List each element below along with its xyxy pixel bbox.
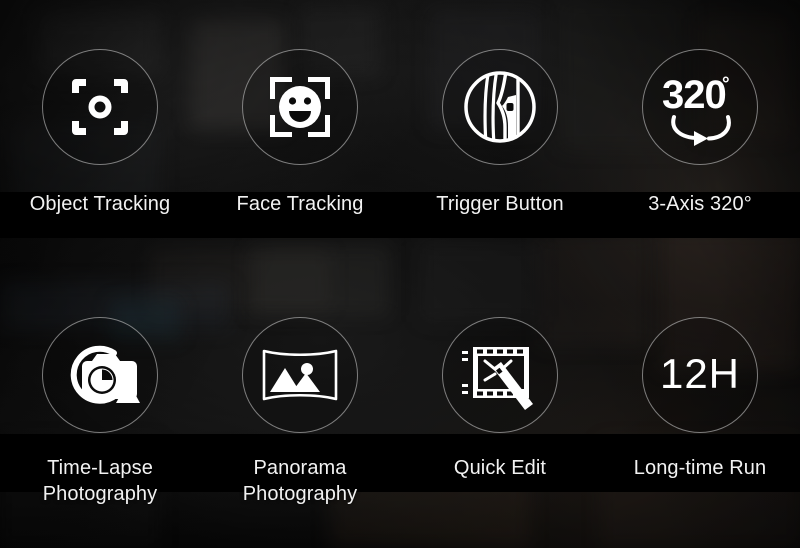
feature-label-quick-edit: Quick Edit bbox=[453, 457, 547, 479]
focus-brackets-smiley-face-icon bbox=[264, 71, 336, 143]
icon-circle-face-tracking bbox=[242, 49, 358, 165]
feature-item-time-lapse-photography[interactable]: Time-Lapse Photography bbox=[0, 274, 200, 548]
feature-label-trigger-button: Trigger Button bbox=[436, 193, 564, 215]
icon-circle-long-time-run: 12H bbox=[642, 317, 758, 433]
feature-label-three-axis-320: 3-Axis 320° bbox=[648, 193, 752, 215]
feature-label-long-time-run: Long-time Run bbox=[633, 457, 767, 479]
hand-finger-press-icon bbox=[458, 65, 542, 149]
feature-item-long-time-run[interactable]: 12H Long-time Run bbox=[600, 274, 800, 548]
curved-panorama-picture-icon bbox=[259, 344, 341, 406]
icon-circle-quick-edit bbox=[442, 317, 558, 433]
film-strip-magic-wand-icon bbox=[460, 337, 540, 413]
rotation-320-degrees-icon: 320 ° bbox=[654, 68, 746, 146]
focus-brackets-target-icon bbox=[64, 71, 136, 143]
feature-item-object-tracking[interactable]: Object Tracking bbox=[0, 0, 200, 274]
feature-item-quick-edit[interactable]: Quick Edit bbox=[400, 274, 600, 548]
rotation-value-text: 320 bbox=[662, 73, 726, 117]
feature-label-face-tracking: Face Tracking bbox=[236, 193, 364, 215]
feature-label-object-tracking: Object Tracking bbox=[29, 193, 171, 215]
feature-item-trigger-button[interactable]: Trigger Button bbox=[400, 0, 600, 274]
icon-circle-panorama bbox=[242, 317, 358, 433]
icon-circle-three-axis-320: 320 ° bbox=[642, 49, 758, 165]
camera-clock-timelapse-icon bbox=[58, 337, 142, 413]
feature-item-face-tracking[interactable]: Face Tracking bbox=[200, 0, 400, 274]
duration-12h-icon: 12H bbox=[657, 349, 743, 401]
feature-item-panorama-photography[interactable]: Panorama Photography bbox=[200, 274, 400, 548]
feature-grid: Object Tracking Face Tracking Trigger Bu… bbox=[0, 0, 800, 548]
duration-value-text: 12H bbox=[660, 350, 740, 397]
degree-symbol-text: ° bbox=[722, 74, 730, 95]
feature-item-three-axis-320[interactable]: 320 ° 3-Axis 320° bbox=[600, 0, 800, 274]
icon-circle-time-lapse bbox=[42, 317, 158, 433]
icon-circle-trigger-button bbox=[442, 49, 558, 165]
icon-circle-object-tracking bbox=[42, 49, 158, 165]
feature-grid-screen: Object Tracking Face Tracking Trigger Bu… bbox=[0, 0, 800, 548]
feature-label-time-lapse-photography: Time-Lapse Photography bbox=[42, 457, 158, 505]
feature-label-panorama-photography: Panorama Photography bbox=[242, 457, 358, 505]
